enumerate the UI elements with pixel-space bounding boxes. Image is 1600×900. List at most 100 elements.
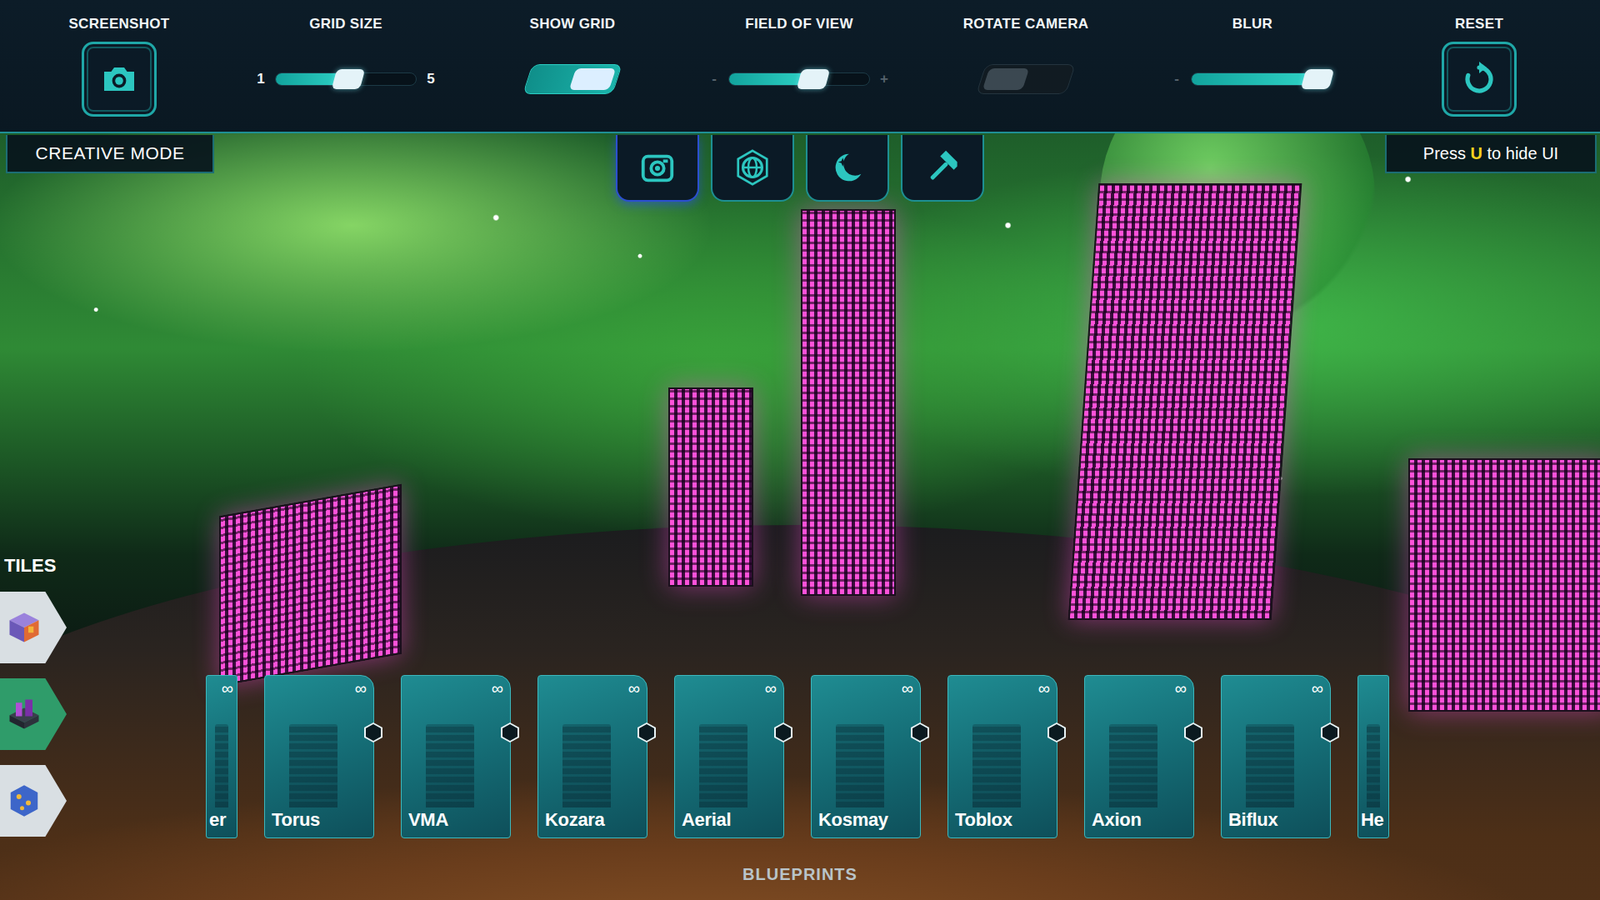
game-viewport[interactable]: CREATIVE MODEPress U to hide UITILES∞er∞… (0, 133, 1600, 900)
card-notch (774, 722, 793, 743)
card-name: Kosmay (811, 807, 920, 838)
reset-control: RESET (1365, 0, 1593, 132)
cube-tile-icon (3, 606, 45, 649)
tiles-panel: TILES (0, 555, 67, 837)
card-notch (1184, 722, 1203, 743)
screenshot-button[interactable] (81, 41, 157, 117)
blueprint-card[interactable]: ∞ Torus (264, 675, 375, 839)
slider-plus-label: + (880, 70, 889, 88)
game-screen: SCREENSHOTGRID SIZE15SHOW GRIDFIELD OF V… (0, 0, 1600, 900)
rotate-camera-control: ROTATE CAMERA (912, 0, 1140, 132)
tool-button[interactable] (710, 135, 795, 202)
slider-minus-label: - (1172, 70, 1181, 88)
card-name: Aerial (675, 807, 784, 838)
blueprint-card[interactable]: ∞ Aerial (674, 675, 785, 839)
card-count: ∞ (765, 679, 777, 698)
card-count: ∞ (491, 679, 504, 698)
blueprint-preview (811, 700, 920, 808)
blueprint-preview (265, 700, 374, 808)
settings-bar: SCREENSHOTGRID SIZE15SHOW GRIDFIELD OF V… (0, 0, 1600, 134)
blueprint-card[interactable]: ∞ VMA (400, 675, 511, 839)
slider-thumb[interactable] (331, 69, 365, 90)
grid-size-control: GRID SIZE 1 5 (232, 0, 460, 132)
blueprint-preview (1358, 700, 1389, 808)
blueprint-card[interactable]: ∞ Kosmay (810, 675, 921, 839)
tile-category[interactable] (0, 591, 67, 664)
show-grid-control: SHOW GRID (459, 0, 686, 132)
slider-minus-label: - (710, 70, 719, 88)
blueprint-preview (1221, 700, 1330, 808)
building (219, 484, 402, 687)
tool-button[interactable] (900, 135, 985, 202)
card-name: Axion (1085, 807, 1194, 838)
moon-icon (828, 148, 867, 187)
tool-button[interactable] (615, 135, 700, 202)
building (1408, 458, 1600, 712)
camera-icon (638, 148, 677, 187)
card-notch (1320, 722, 1340, 743)
blueprint-preview (206, 700, 237, 808)
slider-min-label: 1 (256, 70, 265, 88)
tool-button[interactable] (805, 135, 890, 202)
blueprint-card[interactable]: ∞ er (205, 675, 238, 839)
building (668, 387, 754, 587)
blueprint-preview (401, 700, 510, 808)
building (1068, 183, 1303, 620)
card-count: ∞ (221, 679, 234, 698)
building-tile-icon (3, 693, 45, 735)
reset-button[interactable] (1441, 41, 1517, 117)
card-notch (500, 722, 520, 743)
blueprint-card[interactable]: ∞Axion (1084, 675, 1195, 839)
card-name: VMA (401, 807, 510, 838)
blueprint-card[interactable]: ∞ Toblox (947, 675, 1058, 839)
control-label: RESET (1455, 15, 1504, 33)
field-of-view-control: FIELD OF VIEW - + (685, 0, 913, 132)
globe-icon (733, 148, 772, 187)
card-count: ∞ (1311, 679, 1324, 698)
blueprints-label: BLUEPRINTS (742, 864, 858, 885)
screenshot-control: SCREENSHOT (5, 0, 233, 132)
card-name: Torus (265, 807, 374, 838)
card-name: Kozara (538, 807, 647, 838)
blueprint-card[interactable]: ∞ Biflux (1220, 675, 1331, 839)
field-of-view-slider[interactable] (728, 72, 870, 86)
reset-icon (1459, 59, 1500, 100)
card-count: ∞ (355, 679, 367, 698)
card-name: Biflux (1221, 807, 1330, 838)
slider-thumb[interactable] (1300, 69, 1335, 90)
control-label: ROTATE CAMERA (963, 15, 1090, 33)
hud: CREATIVE MODEPress U to hide UITILES∞er∞… (0, 133, 1600, 900)
hide-ui-hint: Press U to hide UI (1385, 135, 1597, 174)
control-label: SCREENSHOT (68, 15, 170, 33)
blueprint-list: ∞er∞Torus∞VMA∞Kozara∞Aerial∞Kosmay∞Toblo… (66, 675, 1600, 839)
card-notch (910, 722, 930, 743)
blueprint-preview (538, 700, 647, 808)
card-count: ∞ (1038, 679, 1050, 698)
slider-thumb[interactable] (796, 69, 830, 90)
tile-category[interactable] (0, 765, 67, 837)
blur-slider[interactable] (1190, 72, 1333, 86)
toggle-thumb (982, 68, 1030, 90)
control-label: FIELD OF VIEW (745, 15, 854, 33)
blueprint-preview (948, 700, 1057, 808)
slider-max-label: 5 (426, 70, 435, 88)
grid-size-slider[interactable] (275, 72, 417, 86)
blur-control: BLUR- (1139, 0, 1366, 132)
card-name: Toblox (948, 807, 1057, 838)
show-grid-toggle[interactable] (522, 64, 623, 95)
blueprint-card[interactable]: He (1357, 675, 1390, 839)
card-notch (364, 722, 383, 743)
building (800, 209, 896, 596)
slider-fill (1191, 73, 1318, 85)
tile-category[interactable] (0, 678, 67, 750)
blueprint-preview (675, 700, 784, 808)
rotate-camera-toggle[interactable] (975, 64, 1076, 95)
mode-label: CREATIVE MODE (5, 135, 215, 174)
card-name: er (206, 807, 237, 838)
blueprint-card[interactable]: ∞Kozara (537, 675, 648, 839)
tool-bar (615, 135, 985, 202)
card-notch (637, 722, 656, 743)
control-label: GRID SIZE (309, 15, 383, 33)
card-count: ∞ (901, 679, 914, 698)
terrain-tile-icon (3, 780, 45, 822)
